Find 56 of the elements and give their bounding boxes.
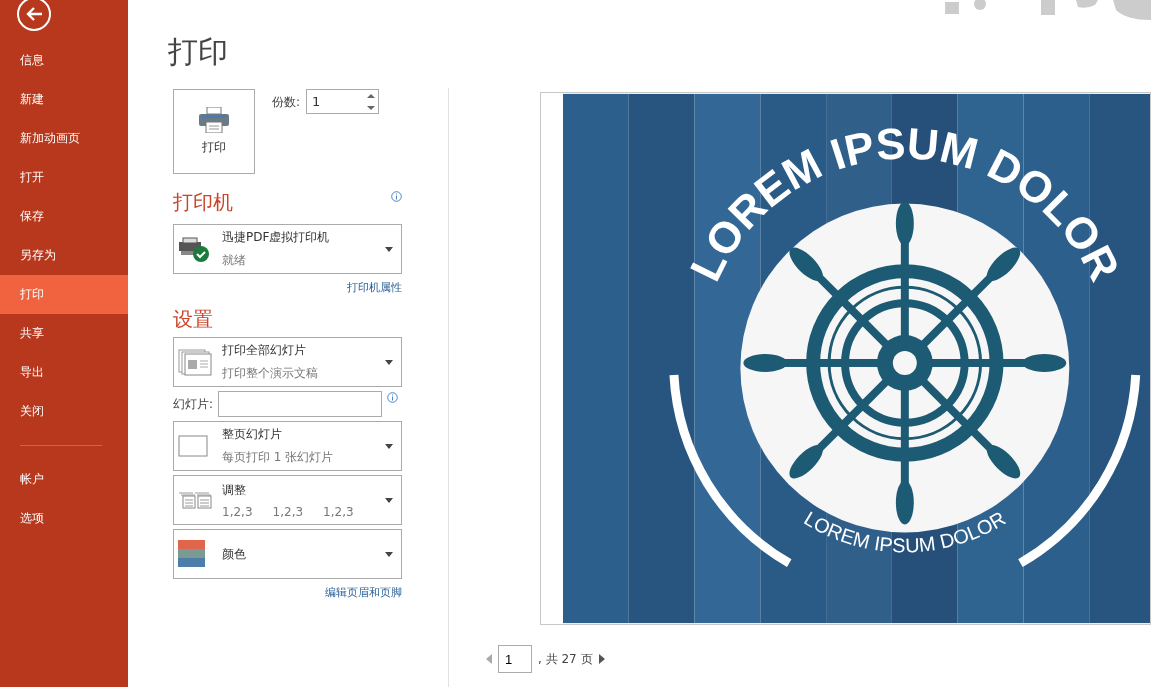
settings-dropdown[interactable]: 整页幻灯片 每页打印 1 张幻灯片 [173,421,402,471]
caret-icon [385,359,393,365]
slides-label: 幻灯片: [173,395,214,413]
printer-name: 迅捷PDF虚拟打印机 [222,229,331,246]
option-title: 颜色 [222,545,247,563]
menu-item[interactable]: 新建 [0,80,128,119]
menu-item[interactable]: 选项 [0,499,128,538]
collate-order: 1,2,3 [222,504,253,519]
settings-dropdown[interactable]: 打印全部幻灯片 打印整个演示文稿 [173,337,402,387]
collated-pages-icon [178,491,212,509]
menu-item[interactable]: 打开 [0,158,128,197]
printer-ready-icon [178,236,210,262]
settings-dropdown[interactable]: 颜色 [173,529,402,579]
next-page-icon[interactable] [598,654,605,664]
settings-dropdown[interactable]: 调整 1,2,3 1,2,3 1,2,3 [173,475,402,525]
slides-stack-icon [178,348,212,376]
page-number-field[interactable]: 1 [498,645,532,673]
header-footer-link[interactable]: 编辑页眉和页脚 [325,585,402,600]
section-heading: 设置 [173,306,213,333]
menu-item[interactable]: 保存 [0,197,128,236]
info-icon [387,391,399,403]
collate-order: 1,2,3 [323,504,354,519]
copies-spinner[interactable]: 1 [306,89,380,114]
caret-icon [385,551,393,557]
option-title: 打印全部幻灯片 [222,342,307,359]
caret-icon [385,246,393,252]
printer-icon [199,107,229,133]
slides-input-field[interactable] [218,391,383,417]
color-swatch-icon [178,540,206,568]
print-button[interactable]: 打印 [173,89,255,174]
printer-properties-link[interactable]: 打印机属性 [347,280,402,295]
caret-icon [385,497,393,503]
printer-status: 就绪 [222,252,247,269]
section-heading: 打印机 [173,189,233,216]
info-icon [391,191,402,202]
option-title: 整页幻灯片 [222,426,283,443]
page-count: , 共 27 页 [538,650,593,668]
page-title: 打印 [168,33,229,71]
caret-icon [385,443,393,449]
menu-item[interactable]: 信息 [0,41,128,80]
option-subtitle: 打印整个演示文稿 [222,365,319,382]
menu-item[interactable]: 帐户 [0,460,128,499]
printer-dropdown[interactable]: 迅捷PDF虚拟打印机 就绪 [173,224,402,274]
menu-item[interactable]: 导出 [0,353,128,392]
copies-label: 份数: [272,94,301,111]
menu-item[interactable]: 共享 [0,314,128,353]
menu-item[interactable]: 关闭 [0,392,128,431]
collate-order: 1,2,3 [272,504,304,519]
slide-frame-icon [178,435,208,457]
menu-item[interactable]: 打印 [0,275,128,314]
option-subtitle: 每页打印 1 张幻灯片 [222,449,335,466]
menu-item[interactable]: 新加动画页 [0,119,128,158]
option-title: 调整 [222,481,247,499]
back-arrow-icon [25,6,43,22]
menu-item[interactable]: 另存为 [0,236,128,275]
back-button[interactable] [17,0,51,31]
